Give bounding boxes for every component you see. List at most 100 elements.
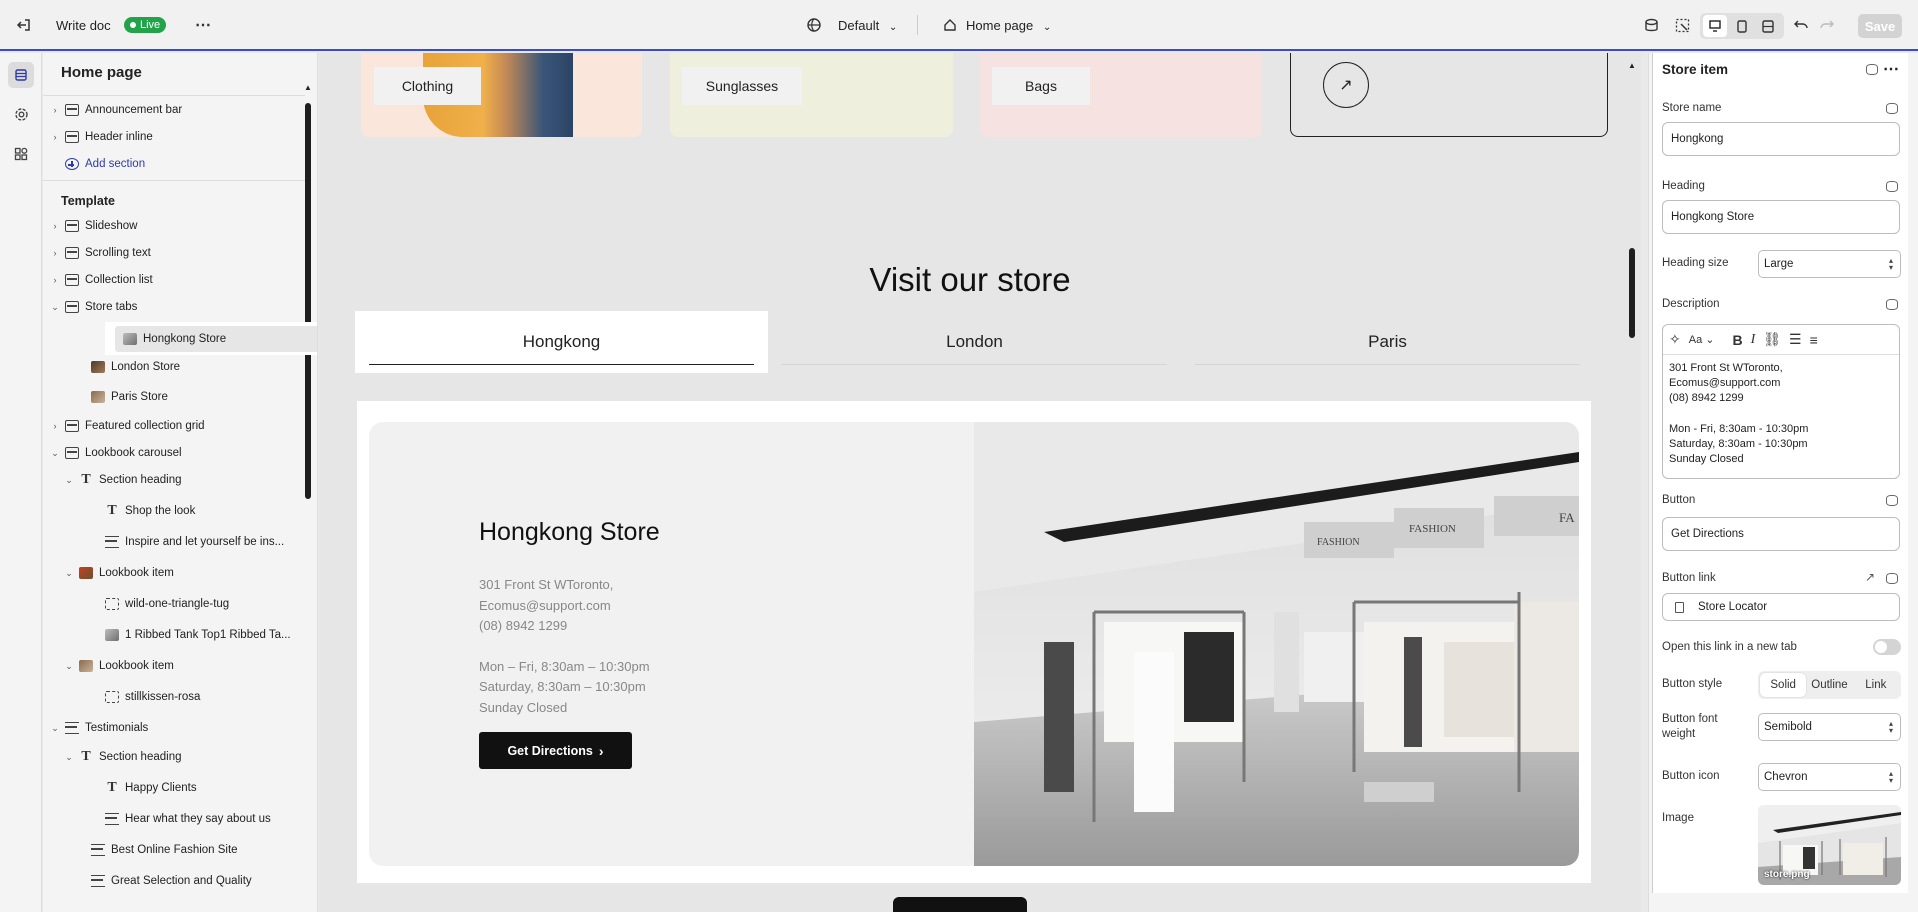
tree-item-collection-list[interactable]: › Collection list: [49, 268, 153, 292]
numbered-list-icon[interactable]: ≡: [1810, 332, 1818, 348]
chevron-right-icon[interactable]: ›: [49, 275, 61, 285]
tree-item-best-online[interactable]: Best Online Fashion Site: [91, 838, 238, 862]
inspect-icon[interactable]: [1673, 16, 1691, 34]
button-icon-select[interactable]: Chevron ▴ ▾: [1758, 763, 1901, 791]
style-option-link[interactable]: Link: [1853, 673, 1899, 697]
chevron-down-icon[interactable]: ⌄: [63, 661, 75, 672]
tree-item-slideshow[interactable]: › Slideshow: [49, 214, 137, 238]
chevron-down-icon[interactable]: ⌄: [63, 475, 75, 486]
database-icon[interactable]: [1886, 573, 1898, 584]
undo-icon[interactable]: [1792, 16, 1810, 34]
add-section-button[interactable]: Add section: [65, 152, 145, 176]
category-label[interactable]: Clothing: [374, 67, 481, 105]
tree-item-lookbook-item[interactable]: ⌄ Lookbook item: [63, 561, 174, 585]
font-weight-select[interactable]: Semibold ▴ ▾: [1758, 713, 1901, 741]
tree-item-happy-clients[interactable]: T Happy Clients: [105, 776, 196, 800]
mobile-icon[interactable]: [1730, 15, 1754, 37]
chevron-right-icon[interactable]: ›: [49, 132, 61, 142]
tree-item-section-heading[interactable]: ⌄ T Section heading: [63, 468, 181, 492]
settings-icon[interactable]: [8, 101, 34, 127]
link-icon[interactable]: ⛓: [1763, 331, 1781, 348]
category-label[interactable]: Bags: [992, 67, 1090, 105]
store-name-field[interactable]: Hongkong: [1662, 122, 1900, 156]
page-select[interactable]: Home page ⌄: [966, 18, 1051, 33]
desktop-icon[interactable]: [1703, 15, 1727, 37]
chevron-down-icon[interactable]: ⌄: [49, 302, 61, 313]
canvas-scrollbar[interactable]: [1629, 248, 1635, 338]
tab-hongkong[interactable]: Hongkong: [355, 311, 768, 373]
database-icon[interactable]: [1886, 299, 1898, 310]
tree-item-wild-one[interactable]: wild-one-triangle-tug: [105, 592, 229, 616]
tree-item-testimonials[interactable]: ⌄ Testimonials: [49, 716, 148, 740]
chevron-down-icon[interactable]: ⌄: [49, 448, 61, 459]
chevron-down-icon[interactable]: ⌄: [63, 752, 75, 763]
tree-item-ribbed-tank[interactable]: 1 Ribbed Tank Top1 Ribbed Ta...: [105, 623, 291, 647]
database-icon[interactable]: [1866, 64, 1878, 75]
tree-item-great-selection[interactable]: Great Selection and Quality: [91, 869, 252, 893]
more-icon[interactable]: ⋯: [1883, 59, 1899, 79]
tree-item-shop-the-look[interactable]: T Shop the look: [105, 499, 195, 523]
tree-item-inspire-text[interactable]: Inspire and let yourself be ins...: [105, 530, 284, 554]
scroll-up-icon[interactable]: ▲: [304, 83, 312, 92]
image-picker[interactable]: store.png: [1758, 805, 1901, 885]
tree-item-header-inline[interactable]: › Header inline: [49, 125, 153, 149]
tree-item-store-tabs[interactable]: ⌄ Store tabs: [49, 295, 137, 319]
style-option-solid[interactable]: Solid: [1760, 673, 1807, 697]
description-editor[interactable]: ✧ Aa ⌄ B I ⛓ ☰ ≡ 301 Front St WToronto, …: [1662, 324, 1900, 479]
bullet-list-icon[interactable]: ☰: [1789, 331, 1802, 348]
database-icon[interactable]: [1886, 103, 1898, 114]
chevron-down-icon[interactable]: ⌄: [63, 568, 75, 579]
tree-item-announcement-bar[interactable]: › Announcement bar: [49, 98, 182, 122]
bold-icon[interactable]: B: [1732, 332, 1742, 348]
tree-item-london-store[interactable]: London Store: [91, 355, 180, 379]
tree-item-hear-what[interactable]: Hear what they say about us: [105, 807, 271, 831]
tree-item-stillkissen[interactable]: stillkissen-rosa: [105, 685, 200, 709]
more-icon[interactable]: ⋯: [193, 15, 213, 35]
tree-item-hongkong-store[interactable]: Hongkong Store: [105, 322, 317, 355]
next-section-button[interactable]: [893, 897, 1027, 912]
tree-item-label: Lookbook item: [99, 660, 174, 672]
chevron-right-icon: ›: [598, 742, 604, 759]
chevron-right-icon[interactable]: ›: [49, 221, 61, 231]
heading-size-select[interactable]: Large ▴ ▾: [1758, 250, 1901, 278]
theme-select[interactable]: Default ⌄: [838, 18, 897, 33]
scroll-up-icon[interactable]: ▲: [1628, 61, 1636, 70]
fullwidth-icon[interactable]: [1756, 15, 1780, 37]
apps-icon[interactable]: [8, 141, 34, 167]
tree-item-featured-collection-grid[interactable]: › Featured collection grid: [49, 414, 205, 438]
button-text-field[interactable]: Get Directions: [1662, 517, 1900, 551]
tab-paris[interactable]: Paris: [1181, 311, 1594, 373]
view-all-card[interactable]: ↗: [1290, 53, 1608, 137]
exit-icon[interactable]: [14, 15, 34, 35]
database-icon[interactable]: [1642, 16, 1660, 34]
tree-item-paris-store[interactable]: Paris Store: [91, 385, 168, 409]
save-button[interactable]: Save: [1858, 14, 1902, 38]
tree-item-scrolling-text[interactable]: › Scrolling text: [49, 241, 151, 265]
new-tab-toggle[interactable]: [1873, 639, 1901, 655]
button-link-field[interactable]: Store Locator: [1662, 593, 1900, 621]
tree-item-section-heading-2[interactable]: ⌄ T Section heading: [63, 745, 181, 769]
editor-content[interactable]: 301 Front St WToronto, Ecomus@support.co…: [1663, 355, 1899, 473]
tab-london[interactable]: London: [768, 311, 1181, 373]
sections-icon[interactable]: [8, 62, 34, 88]
style-option-outline[interactable]: Outline: [1806, 673, 1852, 697]
italic-icon[interactable]: I: [1751, 332, 1756, 348]
database-icon[interactable]: [1886, 495, 1898, 506]
text-format-icon[interactable]: Aa ⌄: [1689, 333, 1715, 346]
doc-title[interactable]: Write doc: [56, 18, 111, 33]
arrow-up-right-icon[interactable]: ↗: [1323, 62, 1369, 108]
chevron-right-icon[interactable]: ›: [49, 248, 61, 258]
tree-scrollbar[interactable]: [305, 103, 311, 499]
database-icon[interactable]: [1886, 181, 1898, 192]
category-label[interactable]: Sunglasses: [682, 67, 802, 105]
tree-item-lookbook-item-2[interactable]: ⌄ Lookbook item: [63, 654, 174, 678]
redo-icon[interactable]: [1818, 16, 1836, 34]
external-link-icon[interactable]: ↗: [1865, 570, 1875, 584]
get-directions-button[interactable]: Get Directions ›: [479, 732, 632, 769]
heading-field[interactable]: Hongkong Store: [1662, 200, 1900, 234]
chevron-right-icon[interactable]: ›: [49, 421, 61, 431]
ai-sparkle-icon[interactable]: ✧: [1669, 331, 1681, 348]
chevron-right-icon[interactable]: ›: [49, 105, 61, 115]
tree-item-lookbook-carousel[interactable]: ⌄ Lookbook carousel: [49, 441, 182, 465]
chevron-down-icon[interactable]: ⌄: [49, 723, 61, 734]
